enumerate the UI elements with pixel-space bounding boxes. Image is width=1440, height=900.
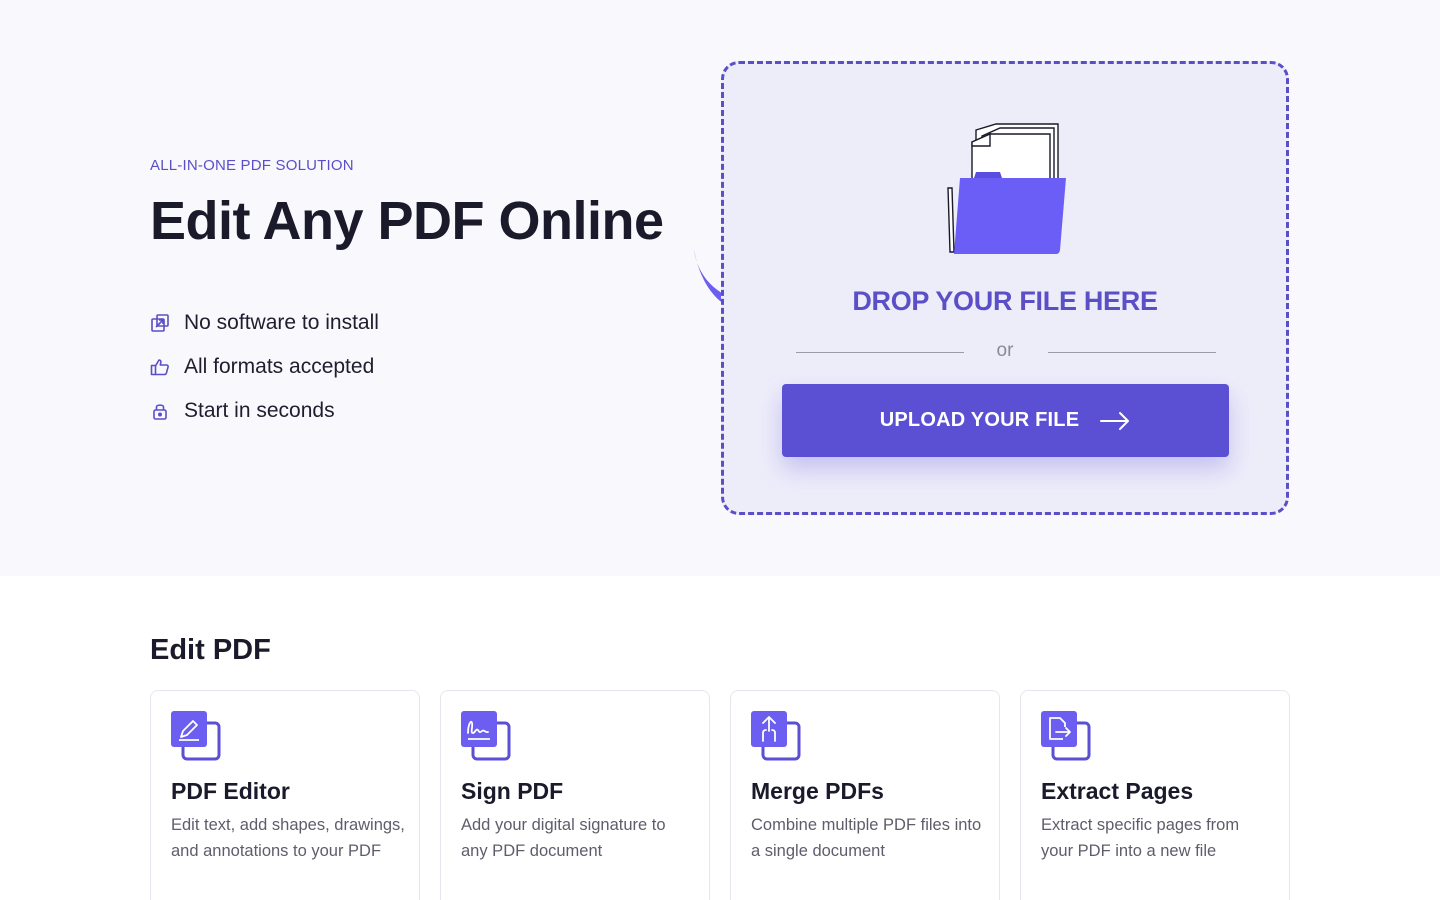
tool-card-extract-pages[interactable]: Extract Pages Extract specific pages fro…	[1020, 690, 1290, 900]
folder-with-documents-icon	[946, 122, 1070, 261]
thumbs-up-icon	[150, 357, 170, 377]
merge-arrow-icon	[751, 711, 801, 761]
section-title-edit-pdf: Edit PDF	[150, 634, 271, 666]
card-title: Extract Pages	[1041, 778, 1194, 804]
tool-card-sign-pdf[interactable]: Sign PDF Add your digital signature to a…	[440, 690, 710, 900]
card-description: Add your digital signature to any PDF do…	[461, 816, 666, 860]
page-title: Edit Any PDF Online	[150, 191, 664, 251]
feature-item: No software to install	[150, 310, 379, 336]
feature-label: All formats accepted	[184, 355, 375, 378]
divider-right	[1048, 352, 1216, 353]
arrow-right-icon	[1099, 411, 1131, 431]
card-title: Merge PDFs	[751, 778, 884, 804]
card-description: Extract specific pages from your PDF int…	[1041, 816, 1240, 860]
feature-list: No software to install All formats accep…	[150, 310, 379, 442]
external-link-icon	[150, 313, 170, 333]
feature-label: Start in seconds	[184, 399, 335, 422]
tool-card-pdf-editor[interactable]: PDF Editor Edit text, add shapes, drawin…	[150, 690, 420, 900]
feature-item: Start in seconds	[150, 398, 379, 424]
file-dropzone[interactable]: DROP YOUR FILE HERE or UPLOAD YOUR FILE	[721, 61, 1289, 515]
pencil-icon	[171, 711, 221, 761]
signature-icon	[461, 711, 511, 761]
lock-icon	[150, 401, 170, 421]
card-title: Sign PDF	[461, 778, 564, 804]
hero-eyebrow: ALL-IN-ONE PDF SOLUTION	[150, 157, 354, 174]
hero-section: ALL-IN-ONE PDF SOLUTION Edit Any PDF Onl…	[0, 0, 1440, 576]
upload-file-button[interactable]: UPLOAD YOUR FILE	[782, 384, 1229, 457]
card-description: Combine multiple PDF files into a single…	[751, 816, 982, 860]
extract-page-icon	[1041, 711, 1091, 761]
or-separator: or	[996, 340, 1014, 361]
feature-label: No software to install	[184, 311, 379, 334]
card-description: Edit text, add shapes, drawings, and ann…	[171, 816, 405, 860]
card-title: PDF Editor	[171, 778, 290, 804]
drop-title: DROP YOUR FILE HERE	[852, 286, 1158, 316]
upload-button-label: UPLOAD YOUR FILE	[879, 409, 1080, 431]
feature-item: All formats accepted	[150, 354, 379, 380]
tool-card-merge-pdfs[interactable]: Merge PDFs Combine multiple PDF files in…	[730, 690, 1000, 900]
